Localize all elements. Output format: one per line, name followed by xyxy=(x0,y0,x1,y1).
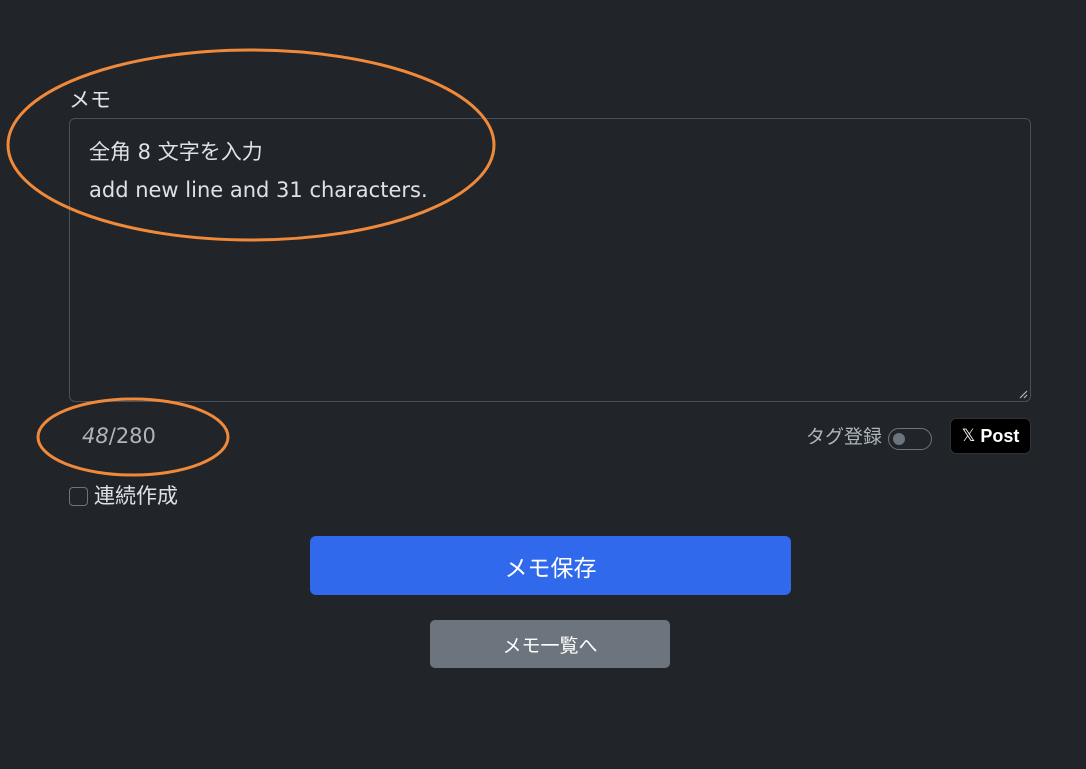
x-post-button[interactable]: 𝕏 Post xyxy=(950,418,1031,454)
memo-line-2: add new line and 31 characters. xyxy=(89,178,428,202)
tag-register-toggle[interactable] xyxy=(888,428,932,450)
continuous-create-checkbox[interactable] xyxy=(69,486,88,506)
memo-form-page: メモ 全角 8 文字を入力 add new line and 31 charac… xyxy=(0,0,1086,769)
character-counter: 48/280 xyxy=(82,421,156,451)
tag-register-label: タグ登録 xyxy=(806,426,883,448)
x-logo-icon: 𝕏 xyxy=(961,426,976,445)
counter-current: 48 xyxy=(82,424,109,448)
continuous-create-label[interactable]: 連続作成 xyxy=(94,482,178,510)
memo-list-button[interactable]: メモ一覧へ xyxy=(430,620,670,668)
memo-line-1: 全角 8 文字を入力 xyxy=(89,140,263,164)
toggle-knob xyxy=(893,433,905,445)
counter-max: 280 xyxy=(115,424,156,448)
counter-separator: / xyxy=(108,424,116,448)
save-memo-button[interactable]: メモ保存 xyxy=(310,536,791,595)
memo-label: メモ xyxy=(69,88,111,112)
memo-textarea[interactable]: 全角 8 文字を入力 add new line and 31 character… xyxy=(69,118,1031,402)
x-post-label: Post xyxy=(980,425,1020,446)
resize-handle-icon[interactable] xyxy=(1018,389,1028,399)
continuous-create-row: 連続作成 xyxy=(69,482,178,510)
